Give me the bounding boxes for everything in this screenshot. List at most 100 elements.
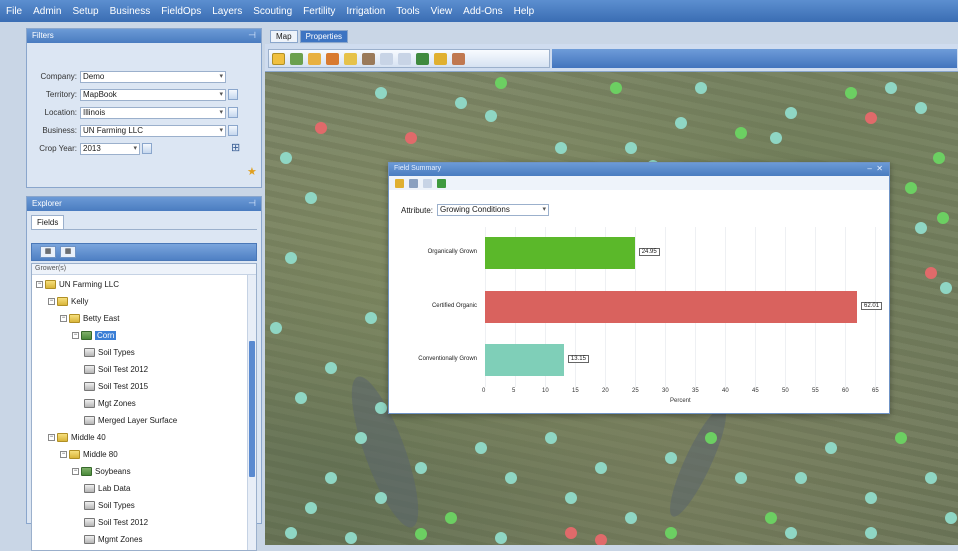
tree-item[interactable]: − UN Farming LLC xyxy=(36,278,119,291)
field-marker[interactable] xyxy=(495,532,507,544)
star-icon[interactable]: ★ xyxy=(247,165,257,178)
crop-year-select[interactable]: 2013 ▾ xyxy=(80,142,140,155)
menu-item-view[interactable]: View xyxy=(431,6,453,17)
field-marker[interactable] xyxy=(925,472,937,484)
field-marker[interactable] xyxy=(665,527,677,539)
business-select[interactable]: UN Farming LLC ▾ xyxy=(80,124,226,137)
tree-item[interactable]: Soil Test 2015 xyxy=(84,380,148,393)
field-marker[interactable] xyxy=(375,87,387,99)
collapse-icon[interactable]: − xyxy=(48,434,55,441)
field-marker[interactable] xyxy=(475,442,487,454)
field-marker[interactable] xyxy=(925,267,937,279)
draw-tool-icon[interactable] xyxy=(308,52,321,65)
collapse-icon[interactable]: − xyxy=(36,281,43,288)
field-marker[interactable] xyxy=(735,127,747,139)
menu-item-scouting[interactable]: Scouting xyxy=(253,6,292,17)
tree-item[interactable]: Merged Layer Surface xyxy=(84,414,177,427)
field-marker[interactable] xyxy=(675,117,687,129)
field-marker[interactable] xyxy=(415,528,427,540)
collapse-icon[interactable]: − xyxy=(72,468,79,475)
field-marker[interactable] xyxy=(915,222,927,234)
field-marker[interactable] xyxy=(565,492,577,504)
minimize-icon[interactable]: – xyxy=(867,164,871,173)
menu-item-tools[interactable]: Tools xyxy=(396,6,419,17)
field-marker[interactable] xyxy=(295,392,307,404)
field-marker[interactable] xyxy=(325,472,337,484)
field-marker[interactable] xyxy=(305,192,317,204)
tree-item[interactable]: Soil Types xyxy=(84,346,135,359)
field-marker[interactable] xyxy=(565,527,577,539)
territory-select[interactable]: MapBook ▾ xyxy=(80,88,226,101)
collapse-icon[interactable]: − xyxy=(60,315,67,322)
field-marker[interactable] xyxy=(405,132,417,144)
field-marker[interactable] xyxy=(665,452,677,464)
field-marker[interactable] xyxy=(940,282,952,294)
print-tool-icon[interactable] xyxy=(362,52,375,65)
select-tool-icon[interactable] xyxy=(272,52,285,65)
tree-item[interactable]: Soil Types xyxy=(84,499,135,512)
field-marker[interactable] xyxy=(305,502,317,514)
basemap-icon[interactable] xyxy=(416,52,429,65)
settings-icon[interactable] xyxy=(452,52,465,65)
tree-item[interactable]: Soil Test 2012 xyxy=(84,363,148,376)
field-marker[interactable] xyxy=(595,462,607,474)
field-marker[interactable] xyxy=(375,402,387,414)
zoom-out-icon[interactable] xyxy=(398,52,411,65)
bar[interactable] xyxy=(485,344,564,376)
field-marker[interactable] xyxy=(485,110,497,122)
tree-item[interactable]: − Kelly xyxy=(48,295,88,308)
field-marker[interactable] xyxy=(865,527,877,539)
menu-item-fertility[interactable]: Fertility xyxy=(303,6,335,17)
menu-item-irrigation[interactable]: Irrigation xyxy=(346,6,385,17)
field-marker[interactable] xyxy=(495,77,507,89)
refresh-icon[interactable] xyxy=(437,178,446,188)
field-marker[interactable] xyxy=(285,527,297,539)
field-marker[interactable] xyxy=(705,432,717,444)
tree-item[interactable]: Mgmt Zones xyxy=(84,533,142,546)
tree-scrollbar[interactable] xyxy=(247,275,256,550)
field-marker[interactable] xyxy=(455,97,467,109)
tree-item[interactable]: Lab Data xyxy=(84,482,130,495)
print-icon[interactable] xyxy=(409,178,418,188)
field-marker[interactable] xyxy=(415,462,427,474)
field-marker[interactable] xyxy=(785,527,797,539)
field-marker[interactable] xyxy=(895,432,907,444)
menu-item-admin[interactable]: Admin xyxy=(33,6,61,17)
tree-item[interactable]: Soil Test 2012 xyxy=(84,516,148,529)
field-marker[interactable] xyxy=(865,112,877,124)
field-marker[interactable] xyxy=(695,82,707,94)
crop-year-edit-button[interactable] xyxy=(142,143,152,154)
field-marker[interactable] xyxy=(795,472,807,484)
field-marker[interactable] xyxy=(905,182,917,194)
field-marker[interactable] xyxy=(505,472,517,484)
field-marker[interactable] xyxy=(933,152,945,164)
tree-item[interactable]: Mgt Zones xyxy=(84,397,136,410)
field-marker[interactable] xyxy=(625,142,637,154)
field-marker[interactable] xyxy=(270,322,282,334)
field-marker[interactable] xyxy=(610,82,622,94)
field-marker[interactable] xyxy=(770,132,782,144)
field-marker[interactable] xyxy=(375,492,387,504)
location-select[interactable]: Illinois ▾ xyxy=(80,106,226,119)
company-select[interactable]: Demo ▾ xyxy=(80,70,226,83)
menu-item-setup[interactable]: Setup xyxy=(72,6,98,17)
tree-item[interactable]: − Middle 80 xyxy=(60,448,118,461)
field-marker[interactable] xyxy=(325,362,337,374)
field-marker[interactable] xyxy=(365,312,377,324)
menu-item-business[interactable]: Business xyxy=(110,6,151,17)
tree-item[interactable]: − Middle 40 xyxy=(48,431,106,444)
pan-tool-icon[interactable] xyxy=(344,52,357,65)
window-titlebar[interactable]: Field Summary – ✕ xyxy=(389,163,889,176)
field-marker[interactable] xyxy=(845,87,857,99)
tab-properties[interactable]: Properties xyxy=(299,30,349,43)
field-marker[interactable] xyxy=(345,532,357,544)
field-marker[interactable] xyxy=(945,512,957,524)
field-marker[interactable] xyxy=(825,442,837,454)
measure-tool-icon[interactable] xyxy=(326,52,339,65)
tree-item[interactable]: − Soybeans xyxy=(72,465,131,478)
field-marker[interactable] xyxy=(865,492,877,504)
menu-item-add-ons[interactable]: Add-Ons xyxy=(463,6,502,17)
location-edit-button[interactable] xyxy=(228,107,238,118)
menu-item-layers[interactable]: Layers xyxy=(212,6,242,17)
field-marker[interactable] xyxy=(785,107,797,119)
